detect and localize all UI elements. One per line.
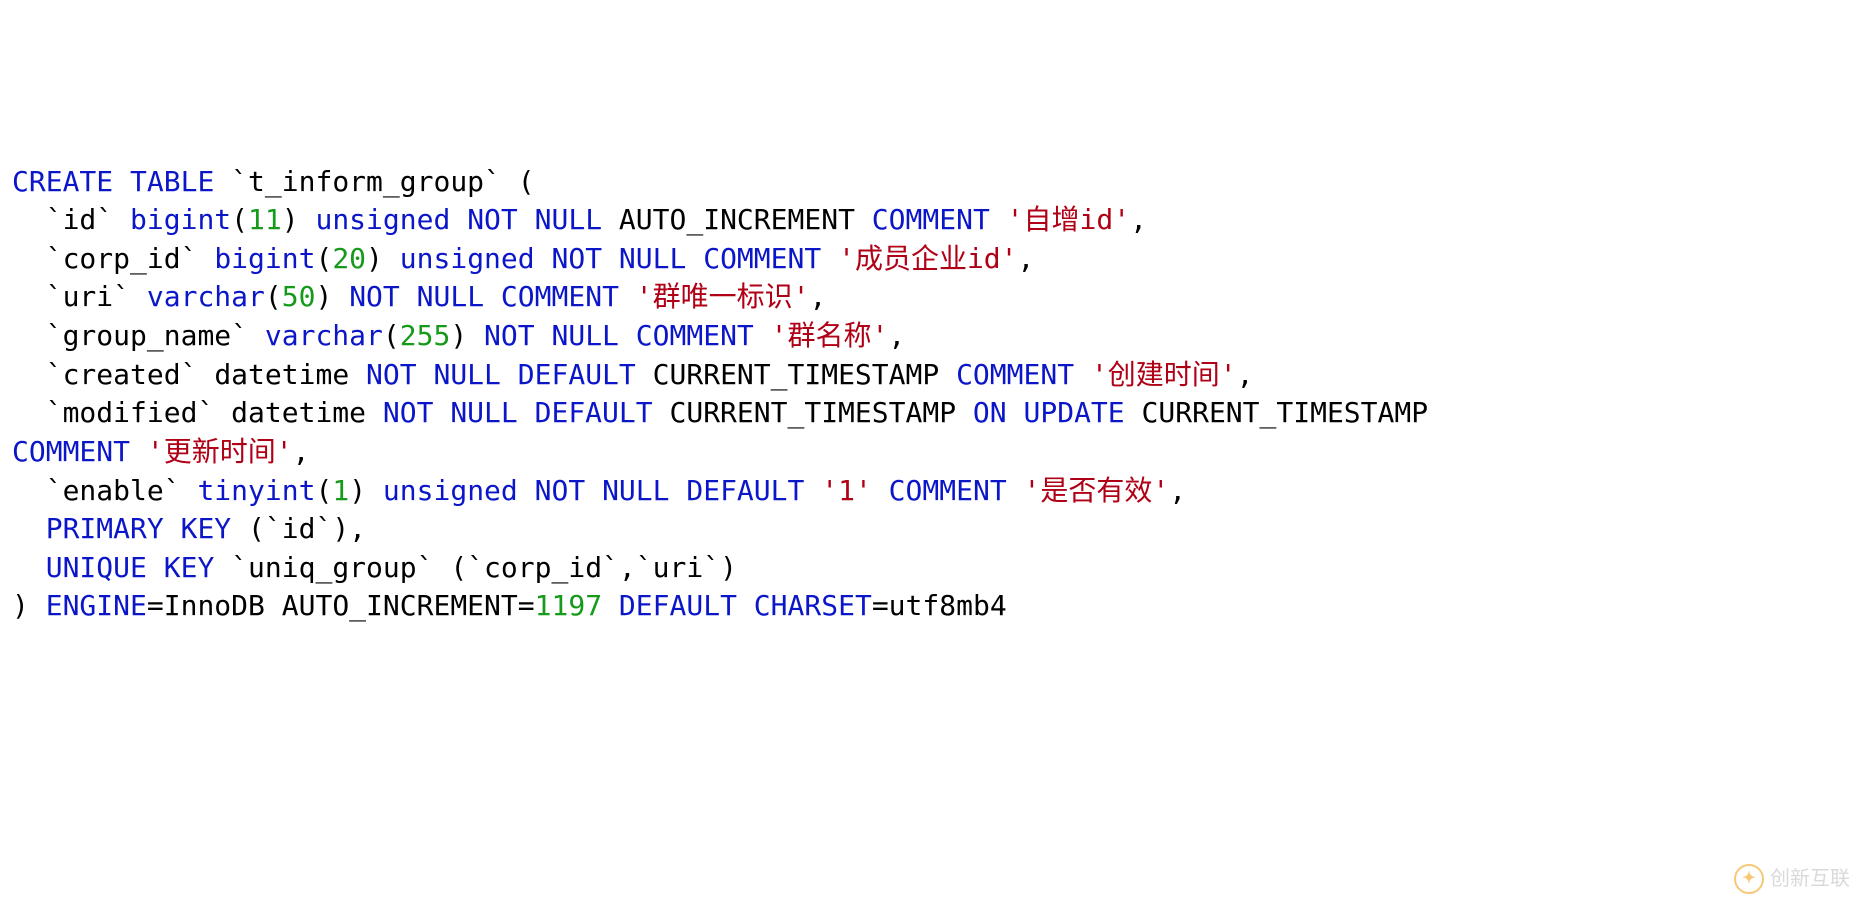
- comment-uri: '群唯一标识': [636, 280, 810, 313]
- table-name: `t_inform_group`: [231, 165, 501, 198]
- comment-created: '创建时间': [1091, 358, 1237, 391]
- sql-code-block: CREATE TABLE `t_inform_group` ( `id` big…: [12, 163, 1854, 627]
- unique-key: UNIQUE: [46, 551, 147, 584]
- col-created: `created`: [46, 358, 198, 391]
- comment-modified: '更新时间': [147, 435, 293, 468]
- comment-enable: '是否有效': [1024, 474, 1170, 507]
- col-enable: `enable`: [46, 474, 181, 507]
- watermark: ✦ 创新互联: [1734, 864, 1850, 894]
- col-modified: `modified`: [46, 396, 215, 429]
- primary-key: PRIMARY: [46, 512, 164, 545]
- col-uri: `uri`: [46, 280, 130, 313]
- watermark-icon: ✦: [1734, 864, 1764, 894]
- watermark-text: 创新互联: [1770, 866, 1850, 894]
- col-group-name: `group_name`: [46, 319, 248, 352]
- comment-group-name: '群名称': [771, 319, 889, 352]
- kw-table: TABLE: [130, 165, 214, 198]
- engine: ENGINE: [46, 589, 147, 622]
- col-id: `id`: [46, 203, 113, 236]
- comment-id: '自增id': [1007, 203, 1130, 236]
- kw-create: CREATE: [12, 165, 113, 198]
- col-corp-id: `corp_id`: [46, 242, 198, 275]
- comment-corp-id: '成员企业id': [838, 242, 1017, 275]
